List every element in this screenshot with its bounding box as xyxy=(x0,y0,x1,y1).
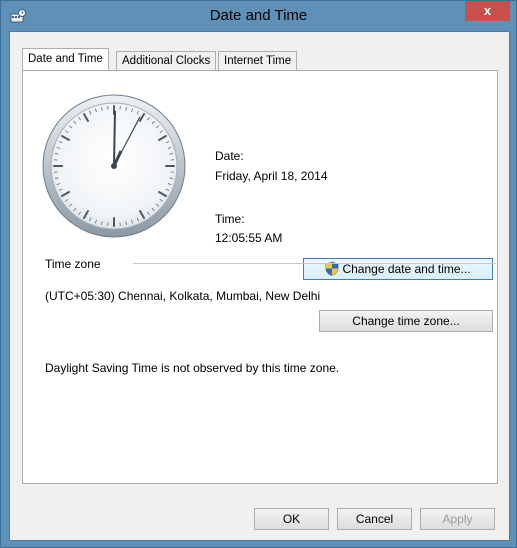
apply-button[interactable]: Apply xyxy=(420,508,495,530)
time-zone-value: (UTC+05:30) Chennai, Kolkata, Mumbai, Ne… xyxy=(45,289,321,303)
date-label: Date: xyxy=(215,149,244,163)
close-button[interactable]: x xyxy=(465,1,510,21)
ok-button[interactable]: OK xyxy=(254,508,329,530)
cancel-button[interactable]: Cancel xyxy=(337,508,412,530)
dst-message: Daylight Saving Time is not observed by … xyxy=(45,361,340,375)
window-title: Date and Time xyxy=(209,7,308,24)
date-time-panel: Date: Friday, April 18, 2014 Time: 12:05… xyxy=(22,70,498,484)
dialog-client-area: Date and Time Additional Clocks Internet… xyxy=(9,31,510,541)
time-zone-divider xyxy=(133,263,496,264)
time-zone-group-label: Time zone xyxy=(45,257,101,271)
tab-additional-clocks[interactable]: Additional Clocks xyxy=(116,51,217,70)
date-value: Friday, April 18, 2014 xyxy=(215,169,328,183)
tab-internet-time[interactable]: Internet Time xyxy=(218,51,298,70)
tab-date-and-time[interactable]: Date and Time xyxy=(22,48,109,70)
title-bar[interactable]: Date and Time x xyxy=(1,1,516,31)
analog-clock-icon xyxy=(42,94,186,238)
change-time-zone-button[interactable]: Change time zone... xyxy=(319,310,493,332)
time-label: Time: xyxy=(215,212,245,226)
time-value: 12:05:55 AM xyxy=(215,231,283,245)
date-time-dialog: Date and Time x Date and Time Additional… xyxy=(0,0,517,548)
change-date-time-button[interactable]: Change date and time... xyxy=(303,258,493,280)
change-date-time-label: Change date and time... xyxy=(342,262,471,276)
